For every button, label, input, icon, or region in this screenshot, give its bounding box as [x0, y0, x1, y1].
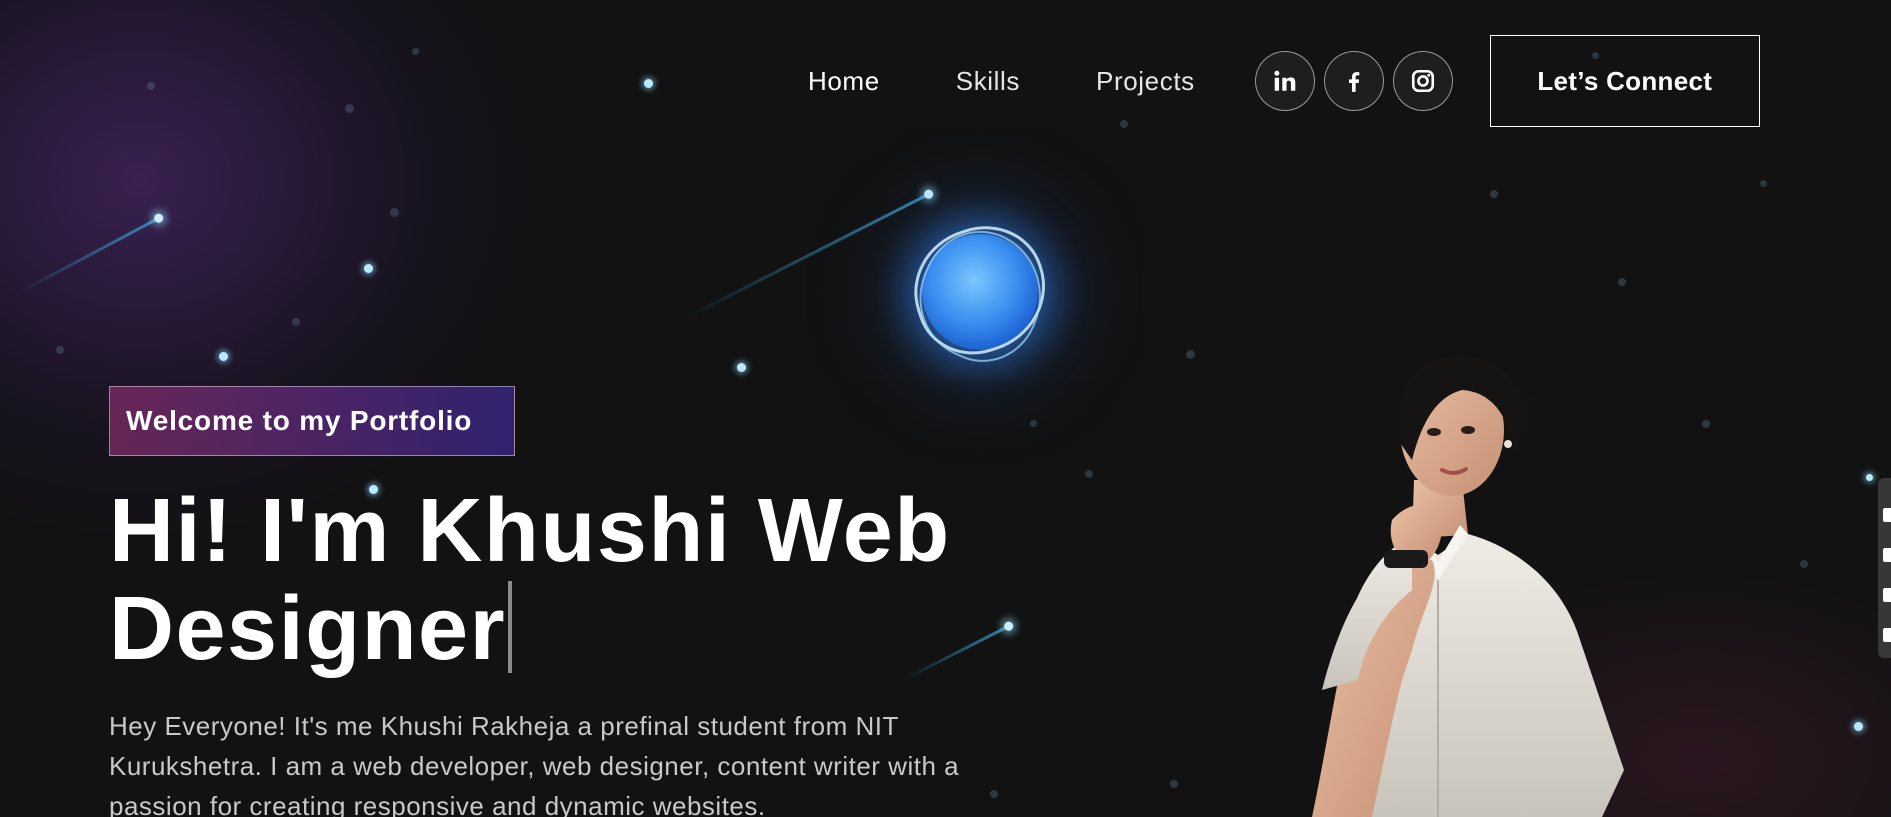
dust: [56, 346, 64, 354]
dust: [292, 318, 300, 326]
instagram-icon: [1411, 69, 1434, 93]
welcome-tagline: Welcome to my Portfolio: [109, 386, 515, 456]
hero-description: Hey Everyone! It's me Khushi Rakheja a p…: [109, 711, 960, 817]
star: [1854, 722, 1863, 731]
side-widget-icon: [1883, 588, 1891, 602]
avatar-illustration: [1312, 355, 1624, 817]
side-widget-icon: [1883, 548, 1891, 562]
hero-title-line-1: Hi! I'm Khushi Web: [109, 481, 951, 581]
orb-ring: [899, 212, 1063, 380]
linkedin-link[interactable]: [1254, 51, 1315, 111]
glowing-orb-graphic: [898, 210, 1063, 380]
dust: [147, 82, 155, 90]
dust: [1702, 420, 1710, 428]
dust: [1085, 470, 1093, 478]
dust: [1490, 190, 1498, 198]
side-widget-icon: [1883, 508, 1891, 522]
dust: [1800, 560, 1808, 568]
dust: [345, 104, 354, 113]
lets-connect-button[interactable]: Let’s Connect: [1489, 35, 1760, 127]
star: [644, 79, 653, 88]
nav-link-home[interactable]: Home: [808, 35, 880, 127]
nav-link-projects[interactable]: Projects: [1096, 35, 1195, 127]
dust: [390, 208, 399, 217]
star: [737, 363, 746, 372]
instagram-link[interactable]: [1392, 51, 1453, 111]
top-navbar: Home Skills Projects Let’s Connect: [808, 35, 1760, 127]
shooting-star: [18, 216, 161, 294]
shooting-star: [679, 192, 931, 322]
dust: [1618, 278, 1626, 286]
star: [1866, 474, 1873, 481]
nav-link-skills[interactable]: Skills: [956, 35, 1020, 127]
hero-banner: Home Skills Projects Let’s Connect Welco…: [0, 0, 1891, 817]
facebook-icon: [1348, 72, 1360, 92]
dust: [1030, 420, 1037, 427]
hero-title: Hi! I'm Khushi Web Designer: [109, 482, 1029, 678]
side-widget-tab[interactable]: [1878, 478, 1891, 658]
facebook-link[interactable]: [1323, 51, 1384, 111]
star: [364, 264, 373, 273]
dust: [1186, 350, 1195, 359]
side-widget-icon: [1883, 628, 1891, 642]
dust: [1170, 780, 1178, 788]
star: [219, 352, 228, 361]
typing-cursor: [508, 581, 513, 673]
social-links: [1254, 51, 1453, 111]
dust: [412, 48, 419, 55]
hero-title-line-2: Designer: [109, 579, 507, 679]
linkedin-icon: [1274, 70, 1296, 91]
dust: [1760, 180, 1767, 187]
